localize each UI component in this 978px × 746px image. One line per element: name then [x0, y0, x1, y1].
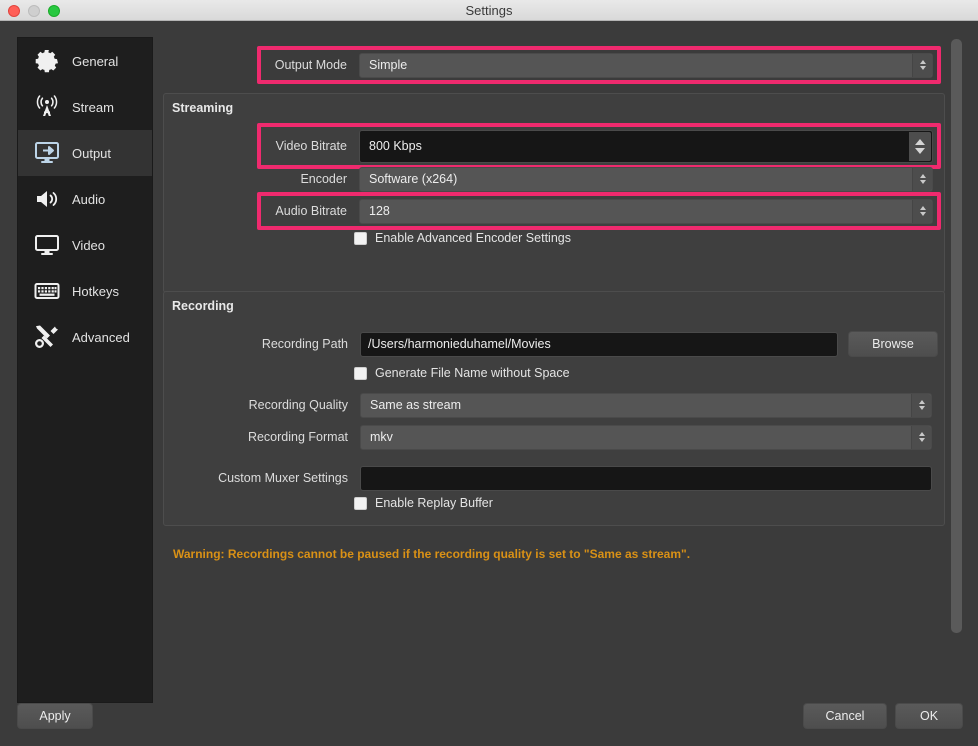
video-bitrate-spinbox[interactable]: 800 Kbps: [359, 130, 933, 163]
window-title: Settings: [0, 0, 978, 21]
recording-group-title: Recording: [172, 299, 234, 313]
output-icon: [32, 138, 62, 168]
sidebar-item-advanced[interactable]: Advanced: [18, 314, 152, 360]
antenna-icon: [32, 92, 62, 122]
monitor-icon: [32, 230, 62, 260]
advanced-encoder-label: Enable Advanced Encoder Settings: [375, 231, 571, 245]
encoder-select[interactable]: Software (x264): [359, 167, 933, 192]
encoder-row: Encoder Software (x264): [265, 166, 935, 192]
tools-icon: [32, 322, 62, 352]
video-bitrate-value: 800 Kbps: [360, 139, 422, 153]
recording-quality-value: Same as stream: [361, 398, 461, 412]
chevron-updown-icon[interactable]: [912, 168, 932, 191]
audio-bitrate-row: Audio Bitrate 128: [265, 198, 935, 224]
recording-path-input[interactable]: /Users/harmonieduhamel/Movies: [360, 332, 838, 357]
output-mode-label: Output Mode: [265, 58, 347, 72]
title-bar: Settings: [0, 0, 978, 21]
sidebar-item-label: General: [72, 54, 118, 69]
settings-window: General Stream: [0, 21, 978, 746]
recording-path-label: Recording Path: [240, 337, 348, 351]
recording-quality-row: Recording Quality Same as stream: [240, 392, 940, 418]
custom-muxer-input[interactable]: [360, 466, 932, 491]
no-space-checkbox-row[interactable]: Generate File Name without Space: [354, 366, 570, 380]
content-scrollbar[interactable]: [951, 39, 962, 633]
scrollbar-thumb[interactable]: [951, 39, 962, 633]
replay-buffer-checkbox[interactable]: [354, 497, 367, 510]
recording-path-value: /Users/harmonieduhamel/Movies: [361, 337, 551, 351]
output-mode-row: Output Mode Simple: [265, 52, 935, 78]
recording-quality-select[interactable]: Same as stream: [360, 393, 932, 418]
custom-muxer-label: Custom Muxer Settings: [196, 471, 348, 485]
output-mode-select[interactable]: Simple: [359, 53, 933, 78]
sidebar-item-label: Advanced: [72, 330, 130, 345]
replay-buffer-label: Enable Replay Buffer: [375, 496, 493, 510]
video-bitrate-row: Video Bitrate 800 Kbps: [265, 129, 935, 163]
gear-icon: [32, 46, 62, 76]
spinner-updown-icon[interactable]: [909, 132, 931, 161]
chevron-updown-icon[interactable]: [911, 394, 931, 417]
audio-bitrate-label: Audio Bitrate: [265, 204, 347, 218]
speaker-icon: [32, 184, 62, 214]
sidebar-item-label: Hotkeys: [72, 284, 119, 299]
custom-muxer-row: Custom Muxer Settings: [196, 465, 936, 491]
video-bitrate-label: Video Bitrate: [265, 139, 347, 153]
recording-format-select[interactable]: mkv: [360, 425, 932, 450]
apply-button[interactable]: Apply: [17, 703, 93, 729]
no-space-label: Generate File Name without Space: [375, 366, 570, 380]
sidebar-item-label: Video: [72, 238, 105, 253]
audio-bitrate-value: 128: [360, 204, 390, 218]
chevron-updown-icon[interactable]: [911, 426, 931, 449]
chevron-updown-icon[interactable]: [912, 200, 932, 223]
sidebar-item-output[interactable]: Output: [18, 130, 152, 176]
streaming-group-title: Streaming: [172, 101, 233, 115]
recording-warning-text: Warning: Recordings cannot be paused if …: [173, 547, 690, 561]
sidebar-item-video[interactable]: Video: [18, 222, 152, 268]
keyboard-icon: [32, 276, 62, 306]
cancel-button[interactable]: Cancel: [803, 703, 887, 729]
sidebar-item-stream[interactable]: Stream: [18, 84, 152, 130]
recording-path-row: Recording Path /Users/harmonieduhamel/Mo…: [240, 331, 940, 357]
ok-button[interactable]: OK: [895, 703, 963, 729]
settings-sidebar: General Stream: [17, 37, 153, 703]
sidebar-item-label: Output: [72, 146, 111, 161]
no-space-checkbox[interactable]: [354, 367, 367, 380]
recording-quality-label: Recording Quality: [240, 398, 348, 412]
recording-format-row: Recording Format mkv: [240, 424, 940, 450]
recording-format-label: Recording Format: [240, 430, 348, 444]
advanced-encoder-checkbox[interactable]: [354, 232, 367, 245]
output-mode-value: Simple: [360, 58, 407, 72]
encoder-value: Software (x264): [360, 172, 457, 186]
encoder-label: Encoder: [265, 172, 347, 186]
replay-buffer-checkbox-row[interactable]: Enable Replay Buffer: [354, 496, 493, 510]
chevron-updown-icon[interactable]: [912, 54, 932, 77]
advanced-encoder-checkbox-row[interactable]: Enable Advanced Encoder Settings: [354, 231, 571, 245]
sidebar-item-hotkeys[interactable]: Hotkeys: [18, 268, 152, 314]
browse-button[interactable]: Browse: [848, 331, 938, 357]
streaming-group: Streaming: [163, 93, 945, 293]
sidebar-item-label: Stream: [72, 100, 114, 115]
audio-bitrate-select[interactable]: 128: [359, 199, 933, 224]
sidebar-item-label: Audio: [72, 192, 105, 207]
recording-format-value: mkv: [361, 430, 393, 444]
sidebar-item-general[interactable]: General: [18, 38, 152, 84]
sidebar-item-audio[interactable]: Audio: [18, 176, 152, 222]
